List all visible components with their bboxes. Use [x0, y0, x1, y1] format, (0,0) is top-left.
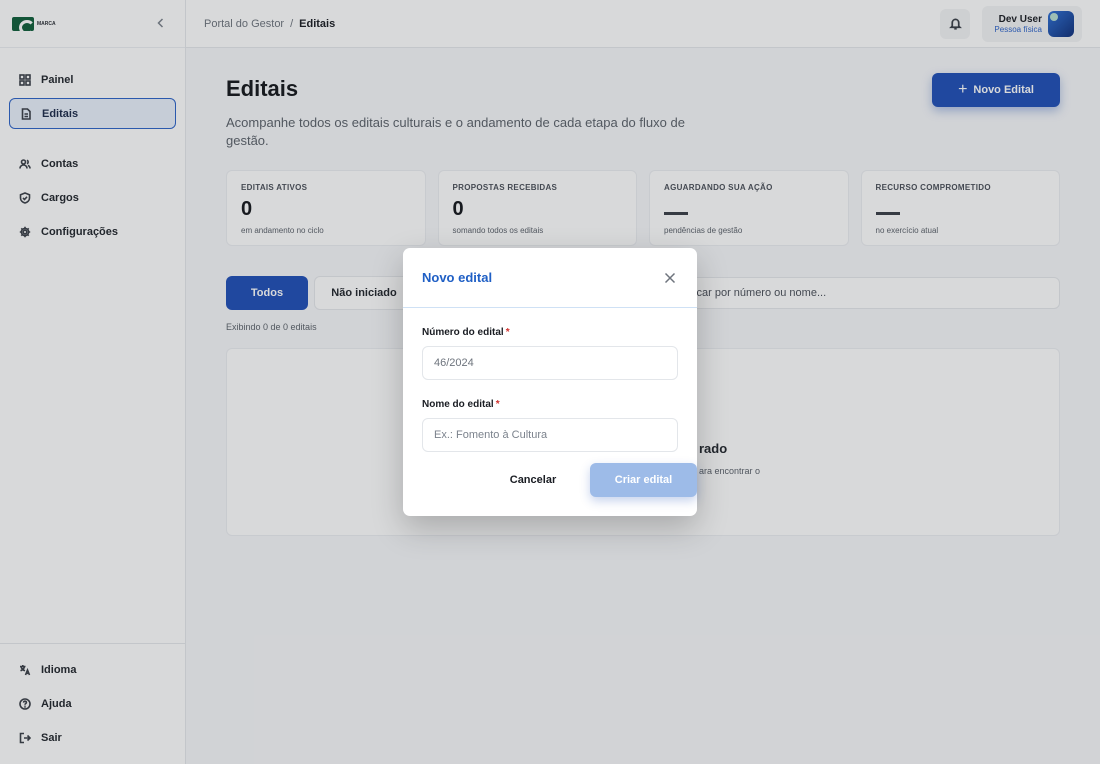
number-field[interactable]: [422, 346, 678, 380]
name-field-label: Nome do edital *: [422, 399, 500, 410]
create-edital-button[interactable]: Criar edital: [590, 463, 697, 497]
new-edital-modal: Novo edital Número do edital* Nome do ed…: [403, 248, 697, 516]
modal-actions: Cancelar Criar edital: [422, 463, 697, 497]
modal-title: Novo edital: [422, 270, 493, 285]
name-field[interactable]: [422, 418, 678, 452]
required-mark: *: [495, 399, 500, 410]
close-icon: [664, 272, 676, 283]
number-field-label: Número do edital *: [422, 327, 510, 338]
modal-close-button[interactable]: [662, 270, 678, 286]
required-mark: *: [505, 327, 510, 338]
cancel-button[interactable]: Cancelar: [482, 463, 584, 497]
modal-header: Novo edital: [403, 248, 697, 308]
modal-body: Número do edital* Nome do edital*: [403, 327, 697, 452]
